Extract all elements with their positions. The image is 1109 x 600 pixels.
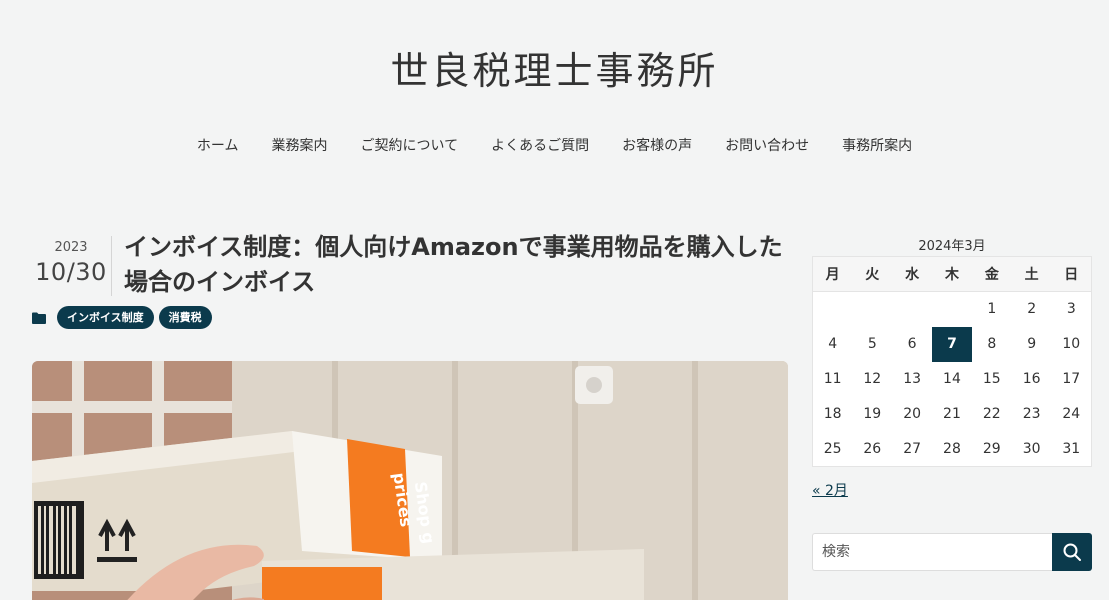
nav-item-contract[interactable]: ご契約について — [361, 133, 459, 157]
calendar-prev-month-link[interactable]: « 2月 — [812, 480, 848, 500]
calendar-day: 8 — [987, 336, 997, 352]
calendar-day: 27 — [903, 440, 922, 457]
weekday-label: 木 — [932, 256, 972, 292]
calendar-day: 25 — [823, 440, 842, 457]
calendar-day: 1 — [987, 301, 997, 318]
calendar-day: 30 — [1022, 440, 1041, 457]
nav-item-faq[interactable]: よくあるご質問 — [491, 133, 589, 157]
calendar-day: 14 — [943, 371, 961, 387]
calendar-day: 20 — [903, 406, 922, 422]
weekday-label: 水 — [892, 256, 933, 292]
post-year: 2023 — [54, 240, 88, 255]
search-form — [812, 533, 1092, 571]
calendar: 月 火 水 木 金 土 日 1 2 3 4 5 6 7 8 9 10 11 12… — [812, 256, 1092, 467]
boxes-illustration: Shop g prices — [32, 361, 788, 600]
calendar-day: 13 — [903, 371, 922, 387]
calendar-day: 4 — [828, 336, 838, 352]
calendar-day: 26 — [863, 440, 882, 457]
calendar-day: 28 — [943, 440, 961, 457]
search-input[interactable] — [812, 533, 1052, 571]
category-tag-consumption-tax[interactable]: 消費税 — [158, 306, 212, 329]
calendar-day — [932, 292, 972, 327]
calendar-day: 29 — [982, 440, 1001, 457]
calendar-day: 19 — [863, 406, 882, 422]
site-title[interactable]: 世良税理士事務所 — [0, 40, 1109, 95]
weekday-label: 日 — [1051, 256, 1092, 292]
calendar-day: 2 — [1027, 301, 1037, 318]
calendar-day: 24 — [1062, 406, 1081, 422]
calendar-caption: 2024年3月 — [918, 239, 986, 254]
calendar-day — [892, 292, 932, 327]
calendar-day: 3 — [1066, 301, 1076, 318]
calendar-day: 5 — [867, 336, 877, 352]
weekday-label: 土 — [1011, 256, 1052, 292]
nav-item-services[interactable]: 業務案内 — [272, 133, 328, 157]
nav-item-office[interactable]: 事務所案内 — [842, 133, 912, 157]
calendar-day: 22 — [982, 406, 1001, 422]
folder-icon — [32, 312, 46, 324]
calendar-day: 10 — [1062, 336, 1081, 352]
calendar-day: 11 — [823, 371, 842, 387]
nav-item-home[interactable]: ホーム — [197, 133, 239, 157]
post-month-day: 10/30 — [35, 258, 107, 286]
calendar-day — [852, 292, 892, 327]
calendar-day: 17 — [1062, 371, 1081, 387]
calendar-day-today: 7 — [932, 326, 972, 362]
calendar-day: 21 — [943, 406, 961, 422]
nav-item-contact[interactable]: お問い合わせ — [725, 133, 809, 157]
date-divider — [111, 236, 112, 296]
weekday-label: 月 — [812, 256, 853, 292]
search-button[interactable] — [1052, 533, 1092, 571]
nav-item-testimonials[interactable]: お客様の声 — [622, 133, 692, 157]
calendar-day: 31 — [1062, 440, 1081, 457]
calendar-day: 23 — [1022, 406, 1041, 422]
post-featured-image[interactable]: Shop g prices — [32, 361, 788, 600]
main-nav: ホーム 業務案内 ご契約について よくあるご質問 お客様の声 お問い合わせ 事務… — [0, 133, 1109, 157]
search-icon — [1063, 543, 1081, 561]
calendar-day: 15 — [982, 371, 1001, 387]
calendar-day: 12 — [863, 371, 882, 387]
calendar-day: 6 — [907, 336, 917, 352]
post-date: 2023 10/30 — [32, 240, 110, 286]
calendar-day: 18 — [823, 406, 842, 422]
weekday-label: 火 — [852, 256, 893, 292]
calendar-day — [813, 292, 853, 327]
post-title[interactable]: インボイス制度：個人向けAmazonで事業用物品を購入した場合のインボイス — [124, 230, 784, 300]
category-tag-invoice[interactable]: インボイス制度 — [57, 306, 154, 329]
calendar-day: 9 — [1027, 336, 1037, 352]
calendar-day: 16 — [1022, 371, 1041, 387]
weekday-label: 金 — [971, 256, 1012, 292]
post-categories: インボイス制度 消費税 — [32, 306, 212, 329]
